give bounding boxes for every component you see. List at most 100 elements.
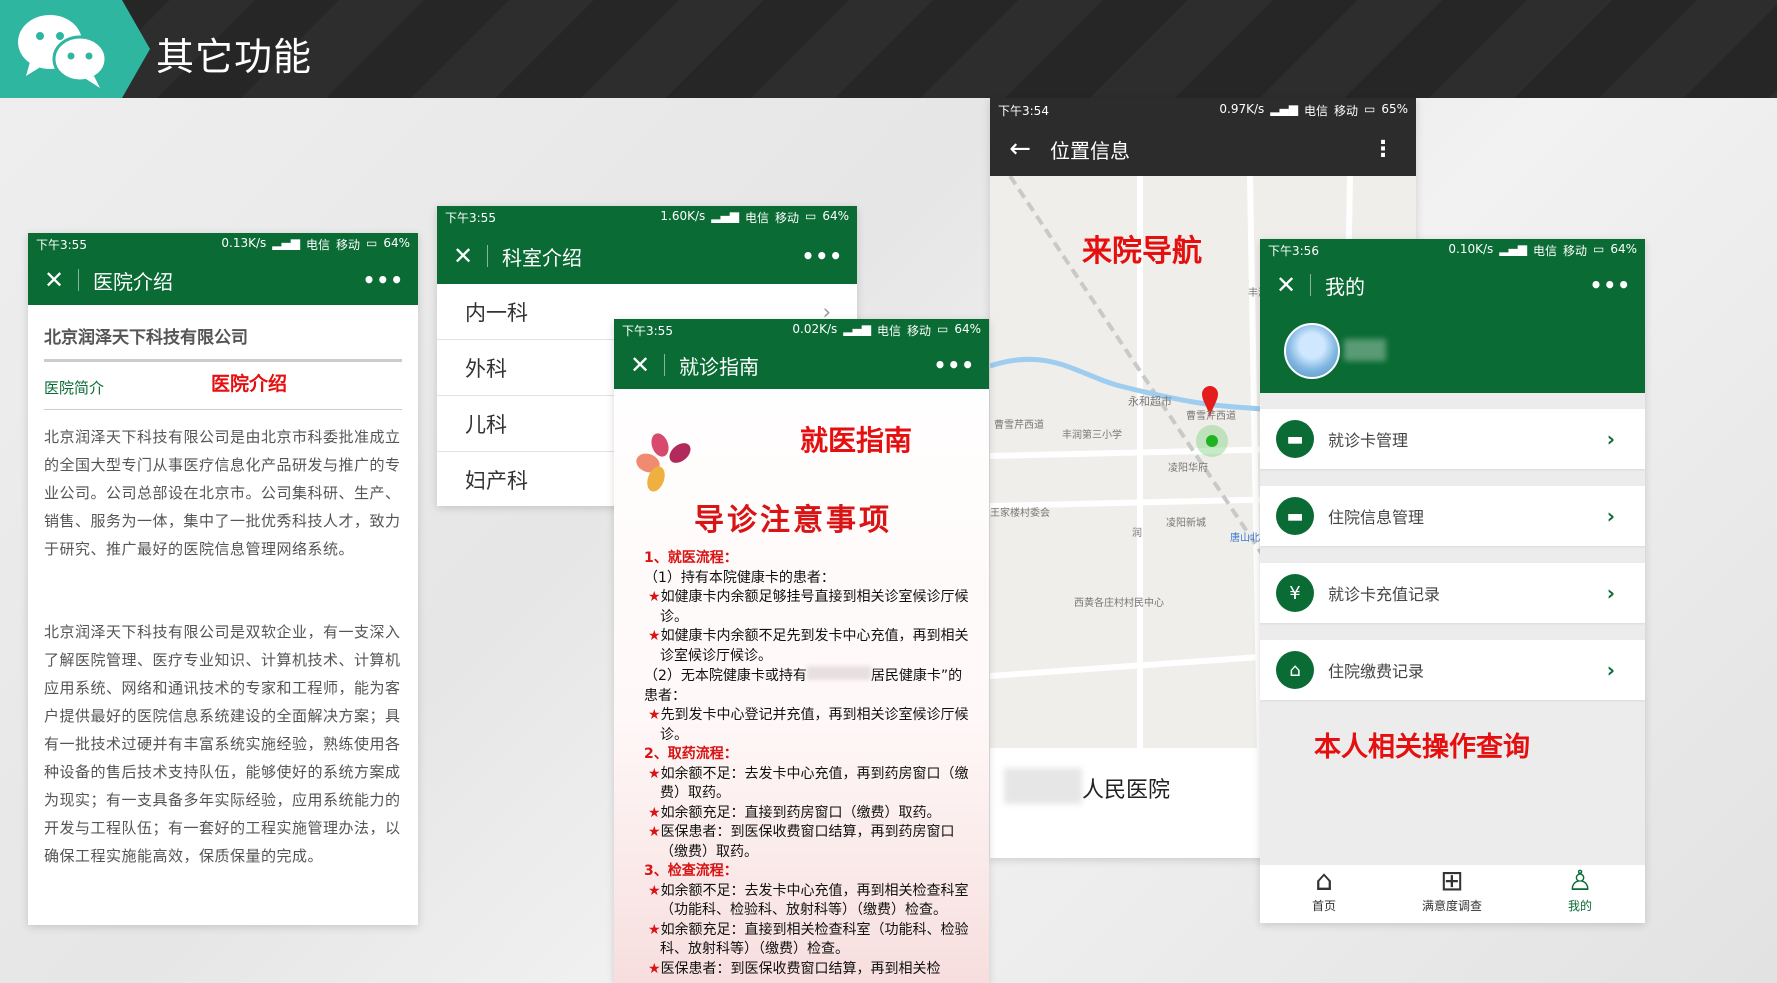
wechat-icon — [18, 15, 108, 88]
signal-icon: ▂▄▆ — [1499, 241, 1527, 256]
battery-icon: ▭ — [936, 321, 949, 336]
guide-item: ★如健康卡内余额足够挂号直接到相关诊室候诊厅候诊。 — [644, 588, 974, 627]
status-carrier: 电信 — [305, 237, 330, 252]
status-speed: 1.60K/s — [660, 208, 706, 223]
close-icon[interactable]: ✕ — [1268, 271, 1304, 299]
menu-card-visit-card[interactable]: ▬ 就诊卡管理 › — [1260, 409, 1645, 469]
star-bullet-icon: ★ — [648, 824, 661, 840]
nav-bar: ✕ 科室介绍 ••• — [437, 228, 857, 284]
phone-hospital-intro: 下午3:55 0.13K/s ▂▄▆ 电信 移动 ▭ 64% ✕ 医院介绍 ••… — [28, 233, 418, 925]
guide-item: ★先到发卡中心登记并充值，再到相关诊室候诊厅候诊。 — [644, 706, 974, 745]
status-bar: 下午3:55 1.60K/s ▂▄▆ 电信 移动 ▭ 64% — [437, 206, 857, 228]
chevron-right-icon: › — [1606, 581, 1615, 605]
menu-label: 住院信息管理 — [1328, 508, 1425, 527]
status-bar: 下午3:54 0.97K/s ▂▄▆ 电信 移动 ▭ 65% — [990, 98, 1416, 122]
battery-icon: ▭ — [1363, 101, 1376, 116]
top-banner: 其它功能 — [0, 0, 1777, 98]
signal-icon: ▂▄▆ — [272, 235, 300, 250]
status-carrier: 移动 — [906, 323, 931, 338]
department-label: 儿科 — [465, 412, 507, 437]
yen-icon: ¥ — [1276, 574, 1314, 612]
status-battery: 64% — [1610, 241, 1637, 256]
nav-bar: ← 位置信息 ⋮ — [990, 122, 1416, 176]
more-vertical-icon[interactable]: ⋮ — [1372, 137, 1394, 162]
page-title: 其它功能 — [156, 35, 313, 79]
close-icon[interactable]: ✕ — [445, 242, 481, 270]
bed-icon: ⌂ — [1276, 651, 1314, 689]
status-carrier: 移动 — [335, 237, 360, 252]
map-label: 王家楼村委会 — [990, 506, 1050, 519]
blurred-name — [1004, 768, 1082, 804]
back-arrow-icon[interactable]: ← — [1002, 134, 1038, 164]
signal-icon: ▂▄▆ — [843, 321, 871, 336]
menu-card-inpatient-info[interactable]: ▬ 住院信息管理 › — [1260, 486, 1645, 546]
more-icon[interactable]: ••• — [934, 353, 975, 377]
grid-icon: ⊞ — [1440, 864, 1464, 897]
tab-hospital-summary[interactable]: 医院简介 — [44, 377, 104, 398]
menu-card-recharge-records[interactable]: ¥ 就诊卡充值记录 › — [1260, 563, 1645, 623]
flower-logo-icon — [636, 433, 691, 492]
status-speed: 0.02K/s — [792, 321, 838, 336]
menu-label: 住院缴费记录 — [1328, 662, 1425, 681]
tab-label: 我的 — [1567, 899, 1592, 913]
guide-item: ★如余额充足：直接到相关检查科室（功能科、检验科、放射科等）（缴费）检查。 — [644, 921, 974, 960]
guide-item: ★如余额不足：去发卡中心充值，再到相关检查科室（功能科、检验科、放射科等）（缴费… — [644, 882, 974, 921]
card-icon: ▬ — [1276, 420, 1314, 458]
guide-text: 如健康卡内余额不足先到发卡中心充值，再到相关诊室候诊厅候诊。 — [660, 628, 969, 664]
chevron-right-icon: › — [1606, 504, 1615, 528]
star-bullet-icon: ★ — [648, 765, 661, 782]
logo-box — [0, 0, 150, 98]
tab-label: 首页 — [1311, 899, 1336, 913]
annotation-label: 来院导航 — [1082, 234, 1202, 269]
tab-survey[interactable]: ⊞ 满意度调查 — [1388, 865, 1516, 914]
battery-icon: ▭ — [365, 235, 378, 250]
guide-text: 先到发卡中心登记并充值，再到相关诊室候诊厅候诊。 — [660, 707, 969, 743]
divider — [44, 409, 402, 410]
chevron-right-icon: › — [1606, 427, 1615, 451]
star-bullet-icon: ★ — [648, 628, 661, 644]
status-battery: 64% — [383, 235, 410, 250]
status-time: 下午3:55 — [36, 237, 87, 252]
home-icon: ⌂ — [1315, 864, 1333, 897]
map-label: 曹雪芹西道 — [1186, 409, 1236, 422]
tab-home[interactable]: ⌂ 首页 — [1260, 865, 1388, 914]
map-label: 润 — [1132, 526, 1142, 539]
nav-divider — [664, 354, 665, 376]
menu-label: 就诊卡充值记录 — [1328, 585, 1441, 604]
nav-bar: ✕ 我的 ••• — [1260, 261, 1645, 309]
status-speed: 0.13K/s — [221, 235, 267, 250]
star-bullet-icon: ★ — [648, 882, 661, 899]
avatar[interactable] — [1284, 323, 1340, 379]
map-label: 永和超市 — [1128, 394, 1172, 408]
close-icon[interactable]: ✕ — [36, 266, 72, 294]
more-icon[interactable]: ••• — [802, 244, 843, 268]
nav-title: 就诊指南 — [679, 354, 759, 379]
annotation-label: 医院介绍 — [211, 373, 288, 395]
more-icon[interactable]: ••• — [1590, 273, 1631, 297]
blurred-text — [806, 666, 871, 680]
status-bar: 下午3:55 0.13K/s ▂▄▆ 电信 移动 ▭ 64% — [28, 233, 418, 255]
company-name: 北京润泽天下科技有限公司 — [44, 328, 248, 348]
star-bullet-icon: ★ — [648, 921, 661, 938]
department-label: 妇产科 — [465, 468, 528, 493]
section-heading: 1、就医流程： — [644, 550, 738, 566]
star-bullet-icon: ★ — [648, 960, 661, 977]
tab-mine[interactable]: ♙ 我的 — [1516, 865, 1644, 914]
guide-content: 1、就医流程： （1）持有本院健康卡的患者： ★如健康卡内余额足够挂号直接到相关… — [644, 549, 974, 979]
more-icon[interactable]: ••• — [363, 268, 404, 292]
hospital-name: 人民医院 — [1082, 778, 1171, 803]
status-carrier: 移动 — [774, 210, 799, 225]
profile-header — [1260, 309, 1645, 393]
guide-item: ★医保患者：到医保收费窗口结算，再到相关检 — [644, 960, 974, 980]
blurred-username — [1344, 339, 1386, 361]
nav-title: 医院介绍 — [93, 269, 173, 294]
bottom-tab-bar: ⌂ 首页 ⊞ 满意度调查 ♙ 我的 — [1260, 865, 1645, 923]
menu-card-payment-records[interactable]: ⌂ 住院缴费记录 › — [1260, 640, 1645, 700]
status-carrier: 电信 — [1532, 243, 1557, 258]
map-label: 丰润第三小学 — [1062, 428, 1122, 441]
guide-text: 如余额不足：去发卡中心充值，再到相关检查科室（功能科、检验科、放射科等）（缴费）… — [660, 882, 969, 919]
map-label: 凌阳华府 — [1168, 461, 1208, 474]
close-icon[interactable]: ✕ — [622, 351, 658, 379]
guide-item: ★如余额充足：直接到药房窗口（缴费）取药。 — [644, 804, 974, 824]
divider — [44, 359, 402, 362]
